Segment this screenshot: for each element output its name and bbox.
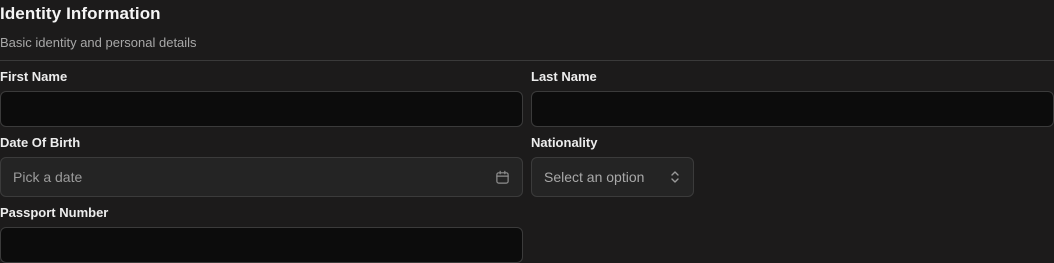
- date-of-birth-label: Date Of Birth: [0, 135, 81, 150]
- passport-number-input[interactable]: [0, 227, 523, 263]
- calendar-icon: [495, 170, 510, 185]
- identity-information-card: Identity Information Basic identity and …: [0, 0, 1054, 263]
- section-title: Identity Information: [0, 4, 161, 23]
- nationality-select[interactable]: Select an option: [531, 157, 694, 197]
- date-picker-placeholder: Pick a date: [13, 169, 83, 185]
- date-of-birth-picker[interactable]: Pick a date: [0, 157, 523, 197]
- nationality-placeholder: Select an option: [544, 169, 645, 185]
- first-name-label: First Name: [0, 69, 68, 84]
- chevron-up-down-icon: [669, 170, 681, 184]
- last-name-label: Last Name: [531, 69, 597, 84]
- first-name-input[interactable]: [0, 91, 523, 127]
- section-subtitle: Basic identity and personal details: [0, 35, 197, 50]
- passport-number-label: Passport Number: [0, 205, 109, 220]
- last-name-input[interactable]: [531, 91, 1054, 127]
- nationality-label: Nationality: [531, 135, 598, 150]
- section-header: Identity Information Basic identity and …: [0, 0, 1054, 61]
